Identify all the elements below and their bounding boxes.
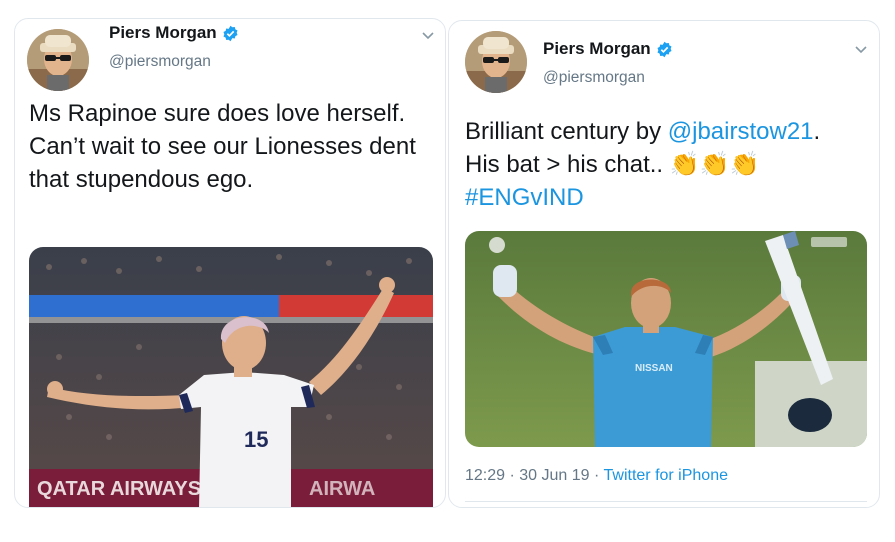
tweet-divider xyxy=(465,501,867,502)
tweet-line-1: Brilliant century by @jbairstow21. xyxy=(465,115,869,148)
verified-badge-icon xyxy=(223,25,238,41)
author-name[interactable]: Piers Morgan xyxy=(109,23,239,43)
tweet-text: Ms Rapinoe sure does love herself. Can’t… xyxy=(29,100,416,193)
tweet-meta: 12:29 · 30 Jun 19 · Twitter for iPhone xyxy=(465,467,728,485)
author-avatar[interactable] xyxy=(27,29,89,91)
tweet-photo[interactable]: NISSAN xyxy=(465,231,867,447)
author-name-text[interactable]: Piers Morgan xyxy=(109,23,217,43)
tweet-time[interactable]: 12:29 xyxy=(465,467,505,484)
cricketer-photo: NISSAN xyxy=(465,231,867,447)
tweet-text-part: . xyxy=(813,118,821,145)
chevron-down-icon[interactable] xyxy=(853,41,869,57)
tweet-text: Brilliant century by @jbairstow21. His b… xyxy=(465,115,869,214)
tweet-card-right[interactable]: Piers Morgan @piersmorgan Brilliant cent… xyxy=(448,20,880,508)
sponsor-banner: QATAR AIRWAYS xyxy=(37,478,201,500)
tweet-text-part: Brilliant century by xyxy=(465,118,668,145)
tweet-source-link[interactable]: Twitter for iPhone xyxy=(604,467,729,484)
svg-text:AIRWA: AIRWA xyxy=(309,478,375,500)
svg-text:NISSAN: NISSAN xyxy=(635,363,673,374)
author-handle[interactable]: @piersmorgan xyxy=(109,53,211,71)
meta-separator: · xyxy=(594,467,600,484)
tweet-card-left[interactable]: Piers Morgan @piersmorgan Ms Rapinoe sur… xyxy=(14,18,446,508)
jersey-number: 15 xyxy=(244,427,268,452)
chevron-down-icon[interactable] xyxy=(420,27,436,43)
clapping-emoji: 👏👏👏 xyxy=(669,151,760,178)
author-handle[interactable]: @piersmorgan xyxy=(543,69,645,87)
author-name-text[interactable]: Piers Morgan xyxy=(543,39,651,59)
verified-badge-icon xyxy=(657,41,672,57)
author-avatar[interactable] xyxy=(465,31,527,93)
tweet-photo[interactable]: QATAR AIRWAYS AIRWA 15 xyxy=(29,247,433,507)
hashtag-link[interactable]: #ENGvIND xyxy=(465,181,869,214)
author-name[interactable]: Piers Morgan xyxy=(543,39,673,59)
meta-separator: · xyxy=(509,467,515,484)
avatar-photo xyxy=(465,31,527,93)
mention-link[interactable]: @jbairstow21 xyxy=(668,118,814,145)
avatar-photo xyxy=(27,29,89,91)
tweet-text-part: His bat > his chat.. xyxy=(465,151,664,178)
tweet-date[interactable]: 30 Jun 19 xyxy=(519,467,589,484)
tweet-line-2: His bat > his chat.. 👏👏👏 xyxy=(465,148,869,181)
player-photo: QATAR AIRWAYS AIRWA 15 xyxy=(29,247,433,507)
